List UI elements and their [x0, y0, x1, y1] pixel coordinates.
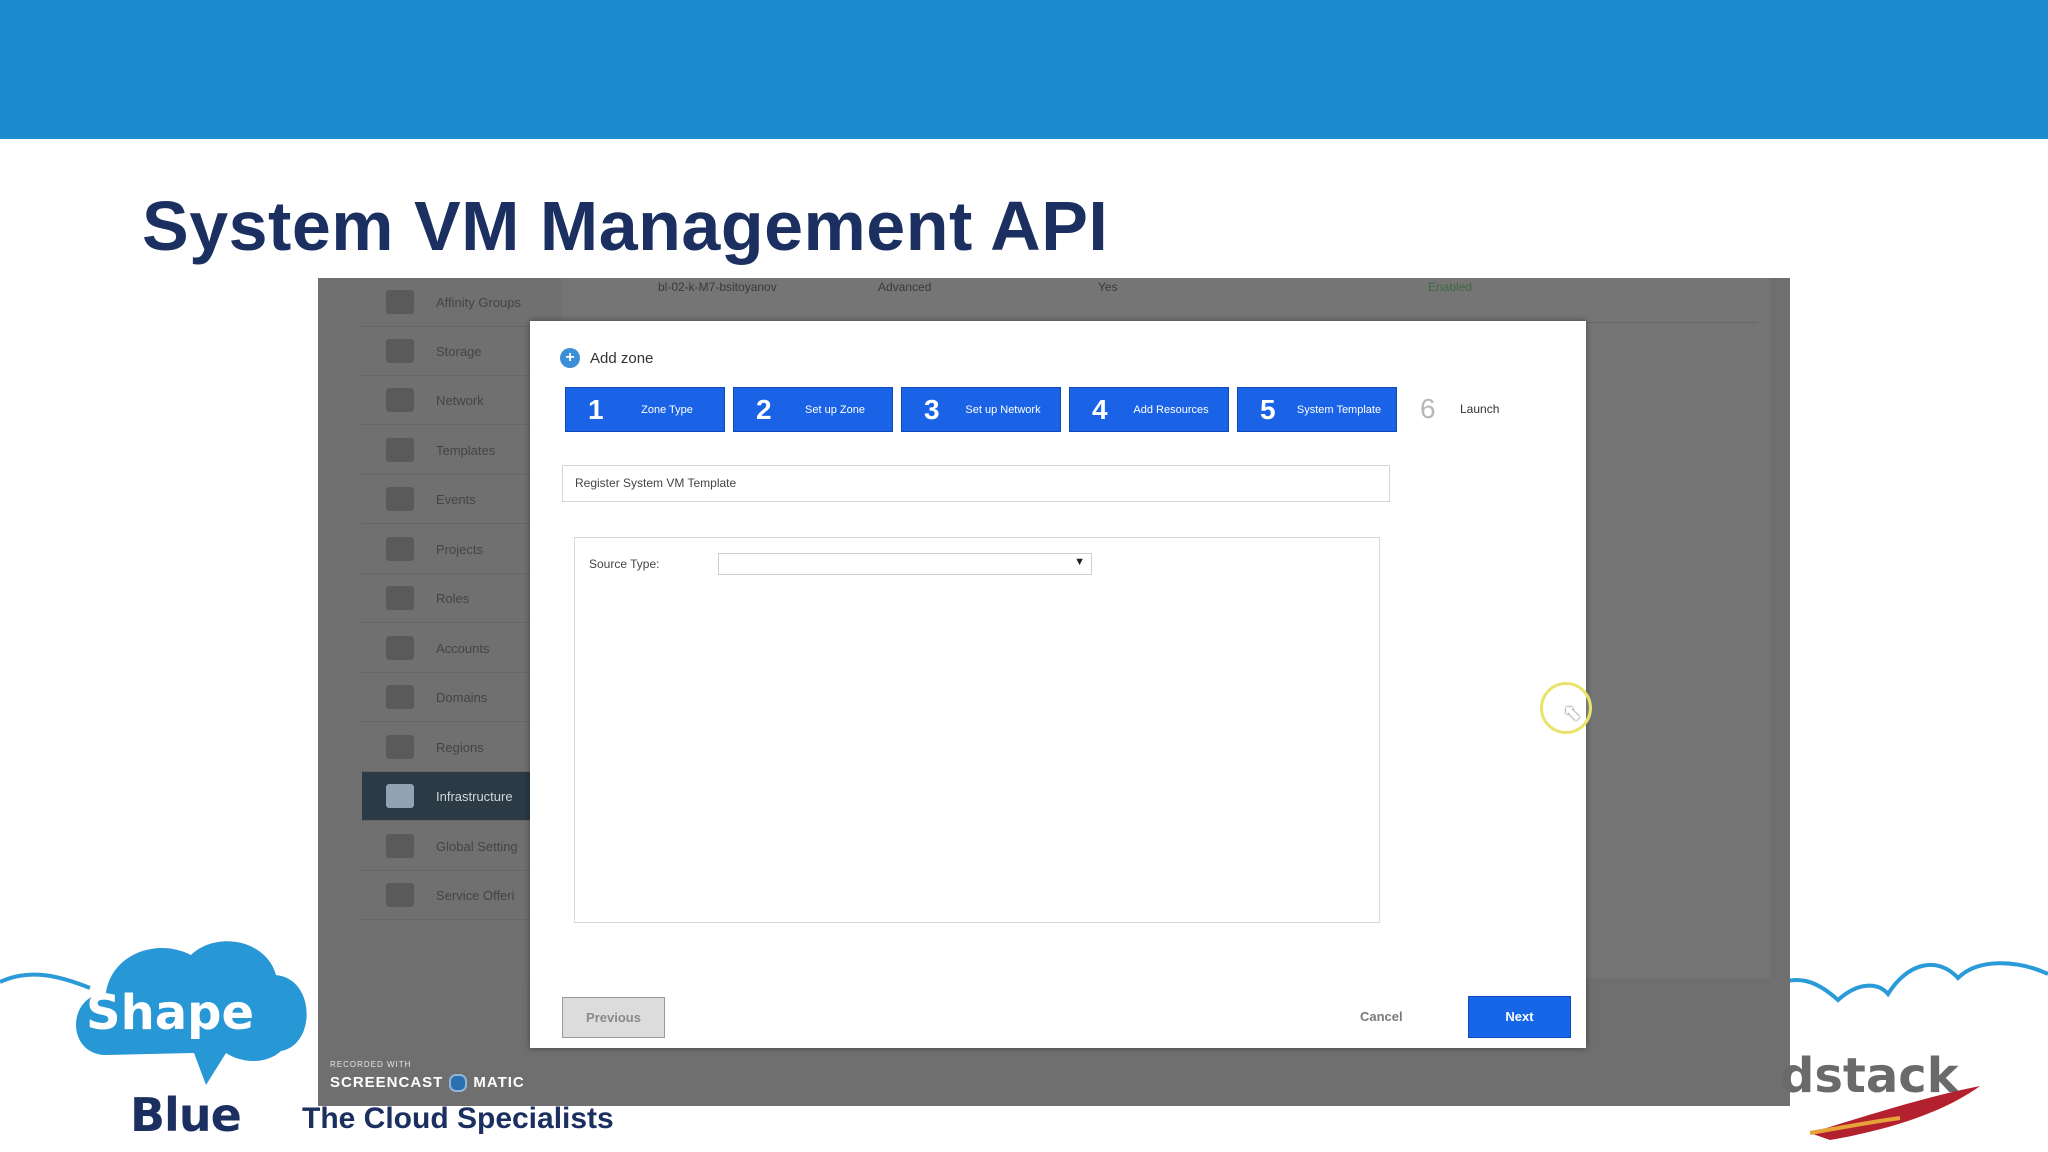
step-number: 5 — [1260, 394, 1276, 425]
step-add-resources[interactable]: 4 Add Resources — [1069, 387, 1229, 432]
source-type-select[interactable]: ▼ — [718, 553, 1092, 575]
infrastructure-icon — [386, 784, 414, 808]
step-label: Launch — [1460, 402, 1500, 416]
company-tagline: The Cloud Specialists — [302, 1102, 614, 1135]
sidebar-item-label: Service Offeri — [436, 887, 515, 903]
step-label: Zone Type — [641, 404, 693, 416]
step-label: Add Resources — [1133, 404, 1209, 416]
regions-icon — [386, 735, 414, 759]
table-row[interactable]: bl-02-k-M7-bsitoyanov Advanced Yes Enabl… — [628, 278, 1758, 323]
slide-title: System VM Management API — [142, 187, 1109, 265]
dialog-title: Add zone — [590, 349, 654, 367]
sidebar-item-label: Events — [436, 491, 476, 507]
previous-button[interactable]: Previous — [562, 997, 665, 1038]
sidebar-item-label: Domains — [436, 689, 488, 705]
sidebar-item-label: Infrastructure — [436, 788, 513, 804]
domains-icon — [386, 685, 414, 709]
step-label: Set up Network — [965, 404, 1041, 416]
logo-shape-text: Shape — [86, 985, 255, 1041]
sidebar-item-label: Regions — [436, 739, 484, 755]
affinity-groups-icon — [386, 290, 414, 314]
sidebar-item-label: Templates — [436, 442, 496, 458]
step-system-template[interactable]: 5 System Template — [1237, 387, 1397, 432]
dialog-header: + Add zone — [560, 348, 653, 368]
feather-icon — [1809, 1086, 1980, 1140]
step-label: System Template — [1296, 404, 1382, 416]
step-number: 1 — [588, 394, 604, 425]
roles-icon — [386, 586, 414, 610]
template-form: Source Type: ▼ — [574, 537, 1380, 923]
mouse-pointer-icon: ⬉ — [1563, 700, 1582, 725]
step-number: 4 — [1092, 394, 1108, 425]
accounts-icon — [386, 636, 414, 660]
sidebar-item-label: Affinity Groups — [436, 294, 522, 310]
storage-icon — [386, 339, 414, 363]
step-set-up-network[interactable]: 3 Set up Network — [901, 387, 1061, 432]
sidebar-item-label: Storage — [436, 343, 482, 359]
global-settings-icon — [386, 834, 414, 858]
public-cell: Yes — [1098, 280, 1118, 294]
step-number: 3 — [924, 394, 940, 425]
status-cell: Enabled — [1428, 280, 1473, 294]
step-number: 2 — [756, 394, 772, 425]
zone-name-cell: bl-02-k-M7-bsitoyanov — [658, 280, 777, 294]
screencast-brand-left: SCREENCAST — [330, 1074, 444, 1091]
step-number: 6 — [1420, 393, 1436, 424]
source-type-label: Source Type: — [589, 557, 660, 571]
screencast-brand-right: MATIC — [473, 1074, 525, 1091]
recorded-with-label: RECORDED WITH — [330, 1060, 412, 1069]
sidebar-item-label: Global Setting — [436, 838, 518, 854]
network-type-cell: Advanced — [878, 280, 932, 294]
templates-icon — [386, 438, 414, 462]
sidebar-item-label: Network — [436, 392, 484, 408]
section-header: Register System VM Template — [562, 465, 1390, 502]
step-label: Set up Zone — [805, 404, 865, 416]
logo-blue-text: Blue — [130, 1088, 242, 1142]
next-button[interactable]: Next — [1468, 996, 1571, 1038]
screencast-watermark: SCREENCAST MATIC — [330, 1074, 525, 1093]
step-zone-type[interactable]: 1 Zone Type — [565, 387, 725, 432]
right-cloud-decoration — [1768, 961, 2048, 1003]
projects-icon — [386, 537, 414, 561]
top-banner — [0, 0, 2048, 139]
network-icon — [386, 388, 414, 412]
sidebar-item-affinity-groups[interactable]: Affinity Groups — [362, 278, 562, 327]
step-set-up-zone[interactable]: 2 Set up Zone — [733, 387, 893, 432]
dropdown-arrow-icon: ▼ — [1074, 556, 1085, 568]
events-icon — [386, 487, 414, 511]
screencast-logo-icon — [449, 1074, 468, 1093]
service-offerings-icon — [386, 883, 414, 907]
add-zone-dialog: + Add zone 1 Zone Type 2 Set up Zone 3 Set … — [530, 321, 1586, 1048]
cancel-button[interactable]: Cancel — [1360, 1009, 1403, 1024]
sidebar-item-label: Projects — [436, 541, 483, 557]
add-icon: + — [560, 348, 580, 368]
sidebar-item-label: Accounts — [436, 640, 490, 656]
sidebar-item-label: Roles — [436, 590, 470, 606]
